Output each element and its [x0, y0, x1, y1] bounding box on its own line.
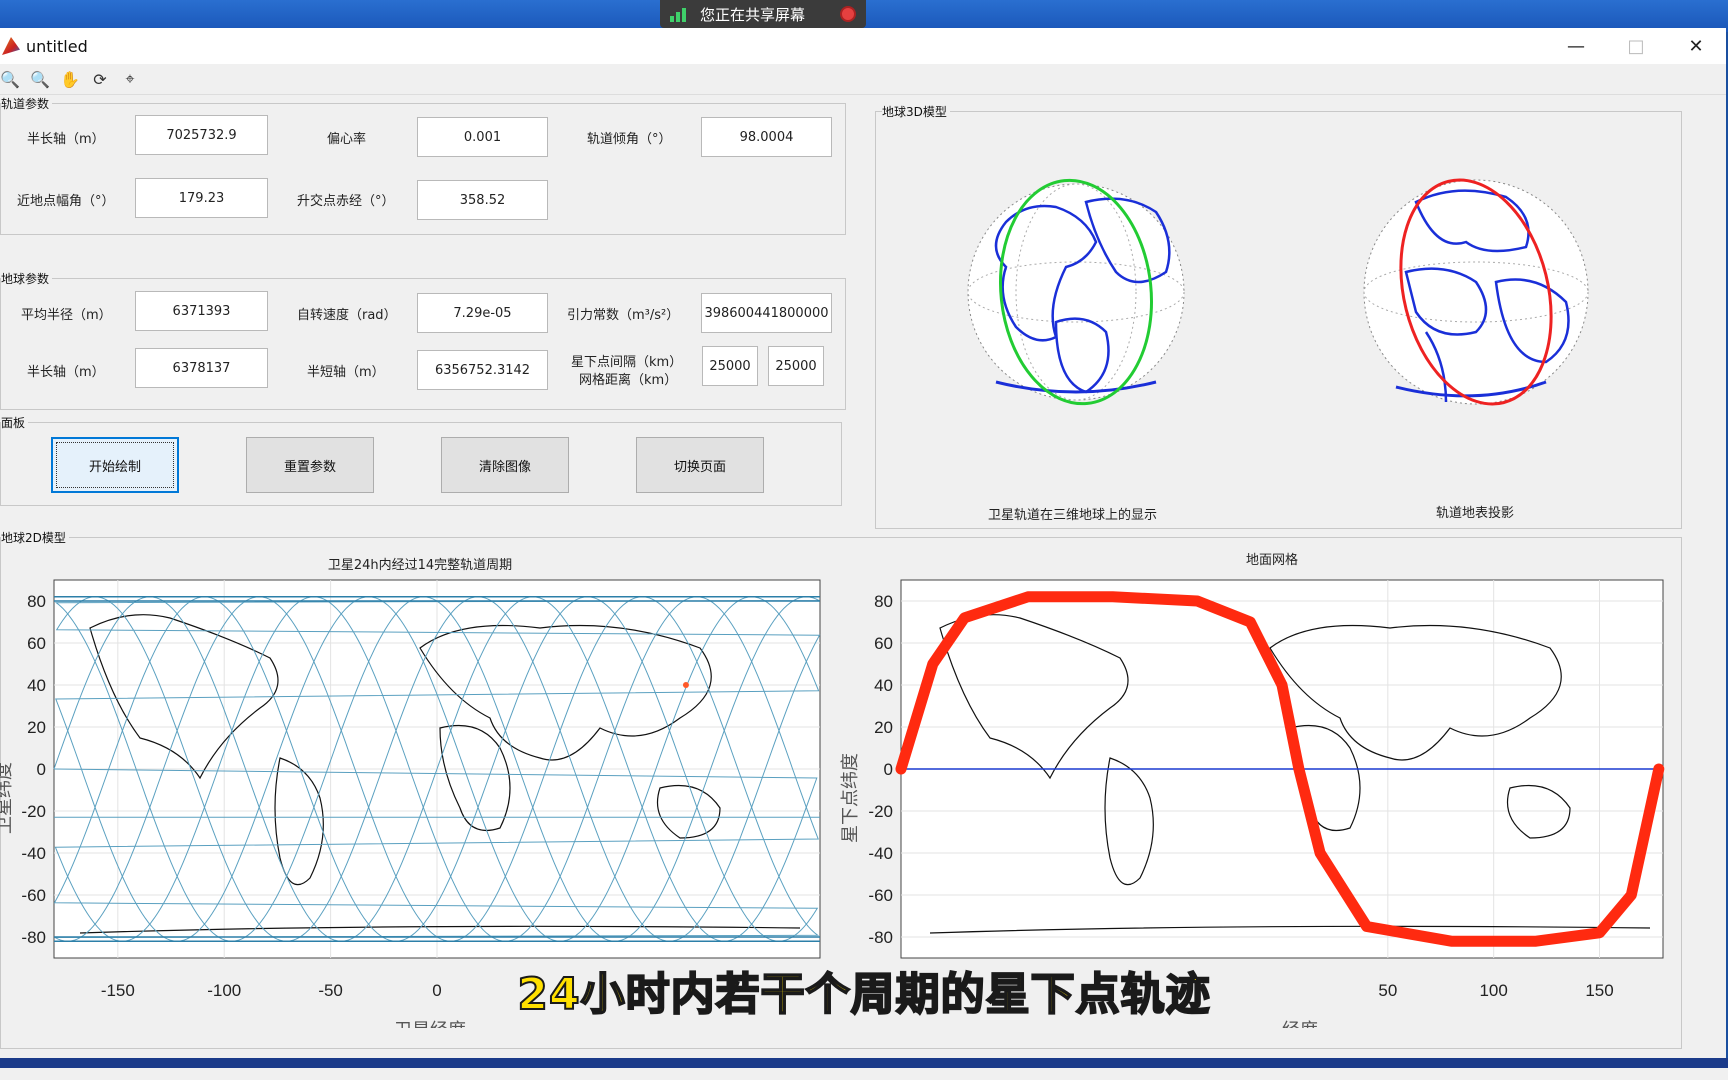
ground-track-charts: 卫星24h内经过14完整轨道周期 80 60 40 20 0 -20 -40 -60 -80 -…: [0, 552, 1665, 1028]
share-status-text: 您正在共享屏幕: [700, 5, 806, 24]
y-tick-label: 20: [874, 718, 893, 737]
y-tick-label: 40: [874, 676, 893, 695]
y-tick-label: -60: [21, 886, 46, 905]
taskbar: [0, 1058, 1728, 1080]
y-tick-label: -40: [868, 844, 893, 863]
y-tick-label: 60: [874, 634, 893, 653]
y-tick-label: 0: [37, 760, 46, 779]
y-tick-label: -20: [21, 802, 46, 821]
y-tick-label: 20: [27, 718, 46, 737]
y-tick-label: -40: [21, 844, 46, 863]
video-subtitle: 24小时内若干个周期的星下点轨迹: [516, 968, 1211, 1021]
y-tick-label: -20: [868, 802, 893, 821]
y-tick-label: 60: [27, 634, 46, 653]
y-tick-label: 80: [874, 592, 893, 611]
satellite-marker: [682, 682, 689, 688]
y-tick-label: 80: [27, 592, 46, 611]
chart-left-ylabel: 卫星纬度: [0, 762, 15, 834]
chart-right-title: 地面网格: [1246, 552, 1298, 568]
y-tick-label: -60: [868, 886, 893, 905]
signal-icon: [670, 6, 692, 22]
chart-right: 地面网格 806040200-20-40-60-80 50 100 150 星下点纬…: [840, 552, 1665, 1028]
chart-left-title: 卫星24h内经过14完整轨道周期: [328, 557, 512, 573]
y-tick-label: 40: [27, 676, 46, 695]
y-tick-label: 0: [884, 760, 893, 779]
stop-share-icon[interactable]: [840, 6, 856, 22]
y-tick-label: -80: [21, 928, 46, 947]
y-tick-label: -80: [868, 928, 893, 947]
chart-right-ylabel: 星下点纬度: [840, 753, 861, 843]
screen-share-bar: 您正在共享屏幕: [660, 0, 866, 28]
matlab-figure-window: untitled — □ ✕ 🔍 🔍 ✋ ⟳ ⌖ 轨道参数 半长轴（m） 702…: [0, 28, 1726, 1058]
